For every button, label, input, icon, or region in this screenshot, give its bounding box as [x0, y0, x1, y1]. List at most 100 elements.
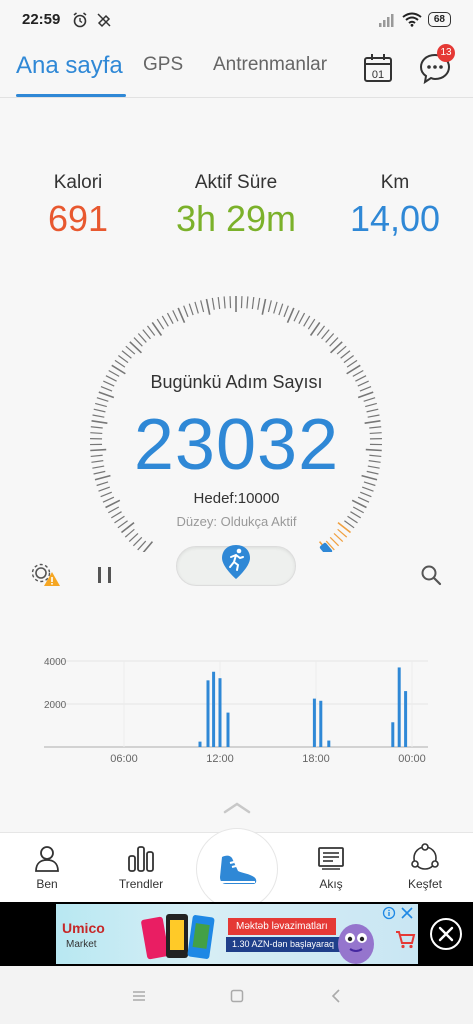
chart-y-tick-label: 2000: [44, 700, 67, 711]
dial-tick: [156, 318, 165, 330]
tab-home[interactable]: Ana sayfa: [16, 52, 123, 80]
close-icon: [438, 926, 454, 942]
dial-tick: [293, 310, 300, 322]
messages-badge: 13: [437, 44, 455, 62]
dial-tick: [321, 329, 330, 340]
dial-tick: [325, 333, 335, 343]
dial-tick: [132, 536, 143, 547]
dial-tick: [124, 528, 135, 538]
search-icon[interactable]: [420, 564, 442, 586]
dial-tick: [137, 333, 147, 343]
bar-chart-icon: [128, 846, 154, 872]
distance-value: 14,00: [349, 198, 441, 239]
active-tab-indicator: [16, 94, 126, 97]
ad-headline: Məktəb ləvazimatları: [228, 918, 336, 935]
status-time: 22:59: [22, 11, 61, 28]
chart-bar: [404, 691, 408, 747]
dial-tick: [340, 350, 351, 359]
dial-tick: [303, 315, 311, 327]
dial-tick: [286, 307, 295, 323]
tab-gps[interactable]: GPS: [143, 54, 183, 76]
status-bar: 22:59 68: [0, 0, 473, 40]
dial-tick: [329, 337, 339, 347]
calories-stat: Kalori 691: [8, 172, 148, 240]
chart-x-tick-label: 18:00: [302, 753, 330, 765]
dial-tick: [363, 397, 376, 402]
calendar-icon[interactable]: 01: [361, 51, 395, 85]
dial-tick: [283, 305, 289, 318]
dial-tick: [183, 305, 189, 318]
dial-tick: [121, 350, 132, 359]
cart-icon: [396, 931, 416, 949]
active-time-label: Aktif Süre: [194, 172, 278, 193]
dial-tick: [142, 329, 151, 340]
system-navigation: [0, 966, 473, 1024]
dial-tick: [217, 297, 221, 310]
nav-discover-label: Keşfet: [407, 877, 443, 891]
dial-tick: [333, 532, 344, 543]
steps-goal: Hedef:10000: [193, 490, 280, 507]
nav-trends[interactable]: Trendler: [101, 843, 181, 891]
nav-discover[interactable]: Keşfet: [385, 843, 465, 891]
ad-close-button[interactable]: [430, 918, 462, 950]
battery-icon: 68: [427, 12, 451, 27]
dial-tick: [205, 298, 211, 315]
discover-icon: [411, 843, 439, 870]
chart-bar: [312, 698, 316, 747]
calories-label: Kalori: [53, 172, 103, 193]
person-icon: [35, 846, 59, 872]
steps-chart: 4000 2000 06:00 12:00 18:00 00:00: [44, 657, 428, 765]
dial-tick: [146, 325, 156, 336]
dial-tick: [251, 297, 255, 310]
dial-tick: [125, 345, 136, 355]
dial-tick: [343, 355, 354, 364]
dial-tick: [172, 310, 179, 322]
dial-tick: [194, 301, 199, 314]
signal-icon: [378, 13, 394, 27]
tab-workouts[interactable]: Antrenmanlar: [213, 54, 327, 76]
dial-tick: [200, 300, 205, 313]
dial-tick: [211, 297, 215, 310]
chart-y-tick-label: 4000: [44, 657, 67, 668]
wifi-icon: [402, 12, 422, 27]
settings-warning-icon[interactable]: [30, 562, 62, 588]
steps-title: Bugünkü Adım Sayısı: [150, 372, 323, 392]
running-pin-icon: [222, 545, 250, 579]
ad-brand: Umico: [62, 920, 105, 936]
pause-icon[interactable]: [96, 565, 114, 585]
chart-bar: [206, 680, 210, 747]
nav-me[interactable]: Ben: [7, 843, 87, 891]
start-workout-button[interactable]: [196, 828, 278, 910]
menu-icon[interactable]: [131, 988, 147, 1004]
shoe-icon: [220, 855, 257, 884]
ad-subline: 1.30 AZN-dən başlayaraq: [226, 937, 341, 952]
distance-label: Km: [380, 172, 410, 193]
chart-bar: [212, 671, 216, 747]
chevron-up-icon[interactable]: [222, 800, 252, 814]
ad-info-icon[interactable]: [381, 906, 415, 920]
dial-tick: [278, 303, 284, 316]
dial-tick: [267, 300, 272, 313]
home-icon[interactable]: [229, 988, 245, 1004]
chart-bar: [397, 667, 401, 747]
nav-feed[interactable]: Akış: [291, 843, 371, 891]
dial-tick: [188, 303, 194, 316]
activity-toggle[interactable]: [176, 545, 296, 586]
ad-brand-sub: Market: [66, 939, 97, 950]
activity-level: Düzey: Oldukça Aktif: [176, 514, 297, 529]
dial-tick: [114, 359, 126, 368]
chart-bar: [226, 712, 230, 747]
dial-tick: [118, 355, 129, 364]
chart-x-tick-label: 06:00: [110, 753, 138, 765]
dial-tick: [346, 359, 358, 368]
dial-tick: [137, 540, 147, 551]
dial-tick: [166, 312, 174, 324]
calories-value: 691: [47, 198, 109, 239]
dial-tick: [96, 397, 109, 402]
chart-bar: [319, 700, 323, 747]
nav-me-label: Ben: [36, 877, 58, 891]
chart-bar: [198, 741, 202, 747]
back-icon[interactable]: [329, 988, 345, 1004]
dial-tick: [246, 296, 249, 309]
ad-content[interactable]: Umico Market Məktəb ləvazimatları 1.30 A…: [56, 904, 418, 964]
